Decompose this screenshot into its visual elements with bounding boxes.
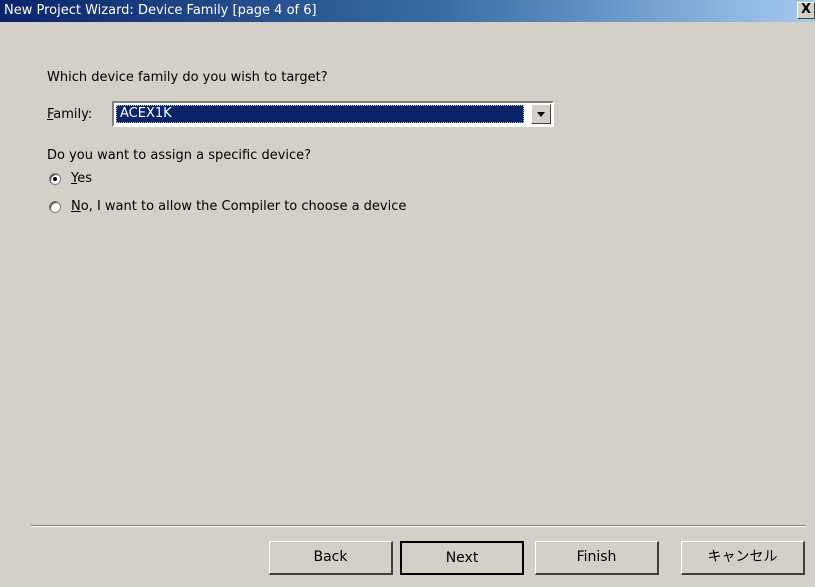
separator-highlight bbox=[31, 526, 806, 527]
next-button[interactable]: Next bbox=[400, 541, 524, 575]
close-button[interactable]: X bbox=[797, 2, 815, 19]
radio-yes-button[interactable] bbox=[49, 173, 61, 185]
title-bar: New Project Wizard: Device Family [page … bbox=[0, 0, 815, 22]
family-label: Family: bbox=[47, 107, 92, 122]
radio-no-rest: o, I want to allow the Compiler to choos… bbox=[80, 199, 407, 214]
radio-yes-label[interactable]: Yes bbox=[71, 171, 92, 186]
family-selected-value: ACEX1K bbox=[116, 105, 524, 123]
family-dropdown-button[interactable] bbox=[531, 104, 551, 124]
radio-no-button[interactable] bbox=[49, 201, 61, 213]
family-question: Which device family do you wish to targe… bbox=[47, 70, 328, 85]
radio-yes-rest: es bbox=[77, 171, 92, 186]
chevron-down-icon bbox=[537, 112, 545, 117]
radio-no-accel: N bbox=[71, 199, 81, 214]
radio-no-label[interactable]: No, I want to allow the Compiler to choo… bbox=[71, 199, 406, 214]
cancel-button[interactable]: キャンセル bbox=[681, 541, 805, 575]
family-combobox[interactable]: ACEX1K bbox=[112, 101, 554, 127]
finish-button[interactable]: Finish bbox=[535, 541, 659, 575]
device-question: Do you want to assign a specific device? bbox=[47, 148, 312, 163]
family-label-rest: amily: bbox=[53, 107, 93, 122]
window-title: New Project Wizard: Device Family [page … bbox=[4, 3, 317, 18]
radio-selected-dot bbox=[53, 177, 57, 181]
back-button[interactable]: Back bbox=[269, 541, 393, 575]
close-icon: X bbox=[800, 2, 812, 17]
